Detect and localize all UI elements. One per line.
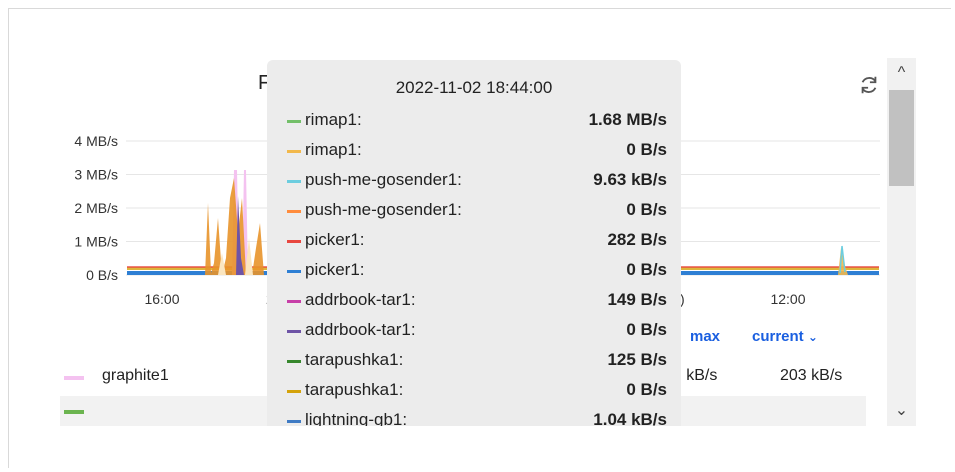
tooltip-series-value: 0 B/s (626, 260, 667, 279)
series-spikes-orange (205, 178, 264, 275)
tooltip-series-name: addrbook-tar1: (305, 320, 416, 339)
tooltip-series-name: addrbook-tar1: (305, 290, 416, 309)
tooltip-timestamp: 2022-11-02 18:44:00 (395, 78, 553, 97)
tooltip-row: push-me-gosender1: 9.63 kB/s (267, 166, 681, 196)
tooltip-row: addrbook-tar1: 0 B/s (267, 316, 681, 346)
legend-header-current-label: current (752, 328, 804, 345)
tooltip-series-value: 1.68 MB/s (588, 110, 667, 129)
tooltip-row: lightning-gb1: 1.04 kB/s (267, 406, 681, 426)
legend-current-value: 203 kB/s (780, 367, 843, 384)
y-tick-label: 1 MB/s (74, 234, 118, 250)
tooltip-series-value: 0 B/s (626, 200, 667, 219)
tooltip-series-name: picker1: (305, 230, 365, 249)
tooltip-series-color (287, 180, 301, 183)
tooltip-series-color (287, 360, 301, 363)
tooltip-series-color (287, 330, 301, 333)
tooltip-row: push-me-gosender1: 0 B/s (267, 196, 681, 226)
tooltip-series-value: 0 B/s (626, 140, 667, 159)
tooltip-series-name: push-me-gosender1: (305, 170, 462, 189)
tooltip-series-name: picker1: (305, 260, 365, 279)
tooltip-row: picker1: 0 B/s (267, 256, 681, 286)
x-tick-label: 12:00 (770, 291, 805, 307)
legend-header-max[interactable]: max (690, 328, 720, 345)
scroll-thumb[interactable] (889, 90, 914, 186)
tooltip-series-name: rimap1: (305, 140, 362, 159)
y-tick-label: 4 MB/s (74, 133, 118, 149)
scroll-up-icon[interactable]: ^ (887, 62, 916, 84)
tooltip-series-value: 0 B/s (626, 380, 667, 399)
scroll-down-icon[interactable]: ⌄ (887, 400, 916, 422)
tooltip-row: picker1: 282 B/s (267, 226, 681, 256)
x-tick-label: 16:00 (144, 291, 179, 307)
y-axis: 0 B/s 1 MB/s 2 MB/s 3 MB/s 4 MB/s (74, 133, 118, 283)
tooltip-series-name: rimap1: (305, 110, 362, 129)
tooltip-series-value: 282 B/s (607, 230, 667, 249)
tooltip-series-color (287, 150, 301, 153)
tooltip-row: tarapushka1: 0 B/s (267, 376, 681, 406)
legend-series-name: graphite1 (102, 367, 169, 384)
tooltip-series-color (287, 420, 301, 423)
tooltip-series-name: push-me-gosender1: (305, 200, 462, 219)
tooltip-row: addrbook-tar1: 149 B/s (267, 286, 681, 316)
tooltip-row: tarapushka1: 125 B/s (267, 346, 681, 376)
y-tick-label: 2 MB/s (74, 200, 118, 216)
tooltip-series-color (287, 240, 301, 243)
chart-tooltip: 2022-11-02 18:44:00 rimap1: 1.68 MB/s rima… (267, 60, 681, 426)
tooltip-series-color (287, 300, 301, 303)
tooltip-row: rimap1: 1.68 MB/s (267, 106, 681, 136)
legend-swatch (64, 376, 84, 380)
tooltip-series-value: 1.04 kB/s (593, 410, 667, 426)
legend-swatch (64, 410, 84, 414)
tooltip-series-name: lightning-gb1: (305, 410, 408, 426)
tooltip-series-color (287, 120, 301, 123)
tooltip-row: rimap1: 0 B/s (267, 136, 681, 166)
tooltip-series-value: 0 B/s (626, 320, 667, 339)
panel-scrollbar[interactable]: ^ ⌄ (887, 58, 916, 426)
chevron-down-icon: ⌄ (807, 330, 818, 344)
tooltip-series-color (287, 270, 301, 273)
y-tick-label: 0 B/s (86, 267, 118, 283)
tooltip-series-value: 9.63 kB/s (593, 170, 667, 189)
y-tick-label: 3 MB/s (74, 167, 118, 183)
tooltip-series-name: tarapushka1: (305, 350, 404, 369)
legend-header-current[interactable]: current ⌄ (752, 328, 818, 345)
tooltip-series-value: 149 B/s (607, 290, 667, 309)
tooltip-series-color (287, 390, 301, 393)
tooltip-series-color (287, 210, 301, 213)
tooltip-series-value: 125 B/s (607, 350, 667, 369)
tooltip-series-name: tarapushka1: (305, 380, 404, 399)
